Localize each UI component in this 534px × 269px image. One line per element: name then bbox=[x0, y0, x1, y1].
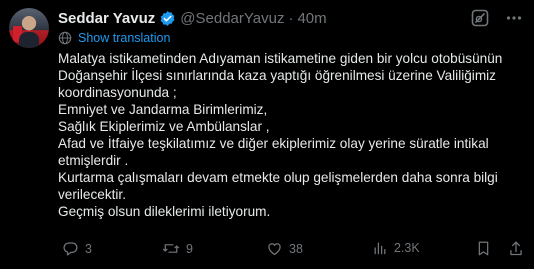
show-translation-link[interactable]: Show translation bbox=[58, 31, 170, 45]
like-count: 38 bbox=[289, 241, 303, 256]
share-button[interactable] bbox=[508, 240, 530, 257]
avatar[interactable] bbox=[9, 8, 49, 48]
top-actions bbox=[470, 8, 524, 28]
views-button[interactable]: 2.3K bbox=[372, 240, 420, 256]
post-body-line: verilecektir. bbox=[58, 187, 126, 202]
bookmark-icon bbox=[478, 241, 489, 256]
more-icon[interactable] bbox=[504, 8, 524, 28]
separator-dot: · bbox=[288, 9, 294, 27]
post-body-line: Sağlık Ekiplerimiz ve Ambülanslar , bbox=[58, 119, 270, 134]
like-icon bbox=[268, 243, 281, 256]
bookmark-button[interactable] bbox=[476, 240, 497, 257]
show-translation-label: Show translation bbox=[78, 31, 171, 45]
post-body-line: Doğanşehir İlçesi sınırlarında kaza yapt… bbox=[58, 68, 496, 83]
like-button[interactable]: 38 bbox=[266, 240, 303, 257]
post-body-line: Malatya istikametinden Adıyaman istikame… bbox=[58, 51, 503, 66]
post-body-line: Afad ve İtfaiye teşkilatımız ve diğer ek… bbox=[58, 136, 489, 151]
author-name[interactable]: Seddar Yavuz bbox=[58, 10, 155, 27]
reply-button[interactable]: 3 bbox=[62, 240, 92, 257]
post-time[interactable]: 40m bbox=[297, 10, 326, 27]
author-handle[interactable]: @SeddarYavuz bbox=[180, 10, 284, 27]
post-body-line: Kurtarma çalışmaları devam etmekte olup … bbox=[58, 170, 498, 185]
repost-icon bbox=[162, 244, 180, 253]
reply-count: 3 bbox=[85, 241, 92, 256]
views-count: 2.3K bbox=[394, 241, 420, 255]
share-icon bbox=[510, 241, 522, 256]
post-header: Seddar Yavuz @SeddarYavuz · 40m bbox=[58, 9, 327, 27]
post-body-line: Geçmiş olsun dileklerimi iletiyorum. bbox=[58, 204, 271, 219]
views-icon bbox=[374, 242, 386, 255]
reply-icon bbox=[63, 242, 78, 256]
translate-icon bbox=[58, 31, 72, 45]
repost-button[interactable]: 9 bbox=[162, 240, 193, 257]
verified-badge-icon bbox=[159, 10, 176, 27]
action-bar: 3 9 38 2.3K bbox=[58, 240, 526, 260]
repost-count: 9 bbox=[186, 241, 193, 256]
grok-icon[interactable] bbox=[470, 8, 490, 28]
post-body-line: koordinasyonunda ; bbox=[58, 85, 177, 100]
post-body-line: etmişlerdir . bbox=[58, 153, 129, 168]
post-body-line: Emniyet ve Jandarma Birimlerimiz, bbox=[58, 102, 268, 117]
post-body: Malatya istikametinden Adıyaman istikame… bbox=[58, 50, 526, 220]
avatar-figure bbox=[19, 32, 39, 48]
